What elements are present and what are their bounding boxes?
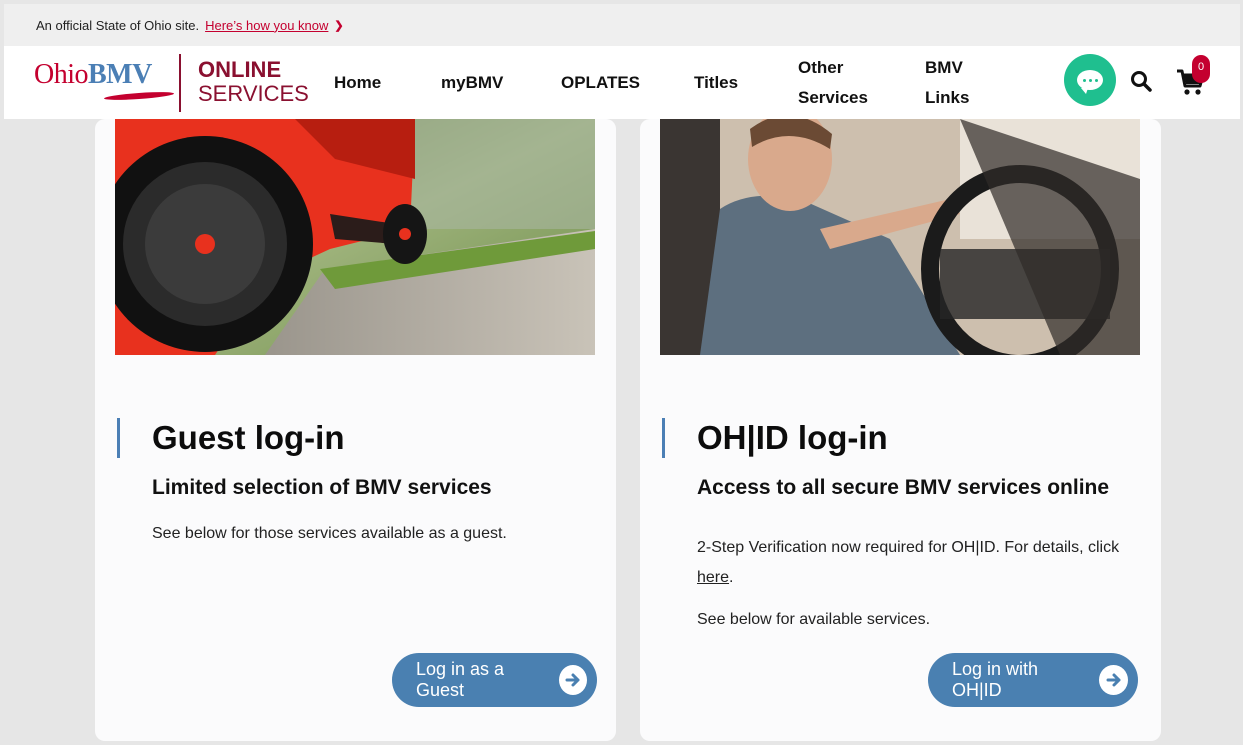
logo-bmv-text: BMV	[88, 59, 152, 90]
how-you-know-link[interactable]: Here’s how you know	[205, 18, 328, 33]
nav-titles[interactable]: Titles	[694, 46, 738, 119]
guest-login-description: See below for those services available a…	[152, 525, 507, 542]
ohid-notice-text: 2-Step Verification now required for OH|…	[697, 539, 1120, 556]
official-site-text: An official State of Ohio site.	[36, 17, 200, 33]
ohio-bmv-logo[interactable]: OhioBMV	[34, 55, 180, 109]
chat-icon	[1077, 70, 1103, 94]
logo-divider	[179, 54, 181, 112]
logo-text: OhioBMV	[34, 59, 152, 91]
nav-links-line1: BMV	[925, 57, 963, 77]
site-header: OhioBMV ONLINE SERVICES Home myBMV OPLAT…	[4, 46, 1240, 119]
ohid-notice-period: .	[729, 569, 734, 586]
ohid-login-title: OH|ID log-in	[697, 419, 888, 456]
nav-other-line1: Other	[798, 57, 844, 77]
search-icon[interactable]	[1130, 70, 1152, 92]
heading-accent-bar	[117, 418, 120, 458]
official-site-banner: An official State of Ohio site. Here’s h…	[4, 4, 1240, 46]
logo-swoosh	[103, 90, 175, 102]
login-ohid-button[interactable]: Log in with OH|ID	[928, 653, 1138, 707]
cart-count-badge: 0	[1192, 55, 1210, 83]
ohid-login-card: OH|ID log-in Access to all secure BMV se…	[640, 119, 1161, 741]
page: An official State of Ohio site. Here’s h…	[4, 4, 1240, 742]
ohid-login-subtitle: Access to all secure BMV services online	[697, 476, 1110, 499]
ohid-verification-notice: 2-Step Verification now required for OH|…	[697, 533, 1137, 593]
nav-mybmv[interactable]: myBMV	[441, 46, 503, 119]
nav-bmv-links[interactable]: BMV Links	[925, 46, 969, 119]
nav-home[interactable]: Home	[334, 46, 381, 119]
arrow-right-icon	[1099, 665, 1128, 695]
chevron-down-icon[interactable]: ❯	[334, 19, 343, 32]
online-label: ONLINE	[198, 57, 282, 82]
login-ohid-label: Log in with OH|ID	[952, 659, 1039, 700]
logo-ohio-text: Ohio	[34, 59, 89, 90]
guest-login-subtitle: Limited selection of BMV services	[152, 476, 492, 499]
nav-other-line2: Services	[798, 87, 868, 107]
chat-button[interactable]	[1064, 54, 1116, 106]
nav-oplates[interactable]: OPLATES	[561, 46, 640, 119]
ohid-details-link[interactable]: here	[697, 569, 729, 586]
arrow-right-icon	[559, 665, 587, 695]
red-car-photo	[115, 119, 595, 355]
online-services-title: ONLINE SERVICES	[198, 58, 309, 106]
services-label: SERVICES	[198, 81, 309, 106]
guest-login-card: Guest log-in Limited selection of BMV se…	[95, 119, 616, 741]
nav-links-line2: Links	[925, 87, 970, 107]
heading-accent-bar	[662, 418, 665, 458]
guest-login-title: Guest log-in	[152, 419, 345, 456]
driver-photo	[660, 119, 1140, 355]
nav-other-services[interactable]: Other Services	[798, 46, 868, 119]
login-guest-label: Log in as a Guest	[416, 659, 505, 700]
ohid-available-services-text: See below for available services.	[697, 611, 931, 628]
login-guest-button[interactable]: Log in as a Guest	[392, 653, 597, 707]
